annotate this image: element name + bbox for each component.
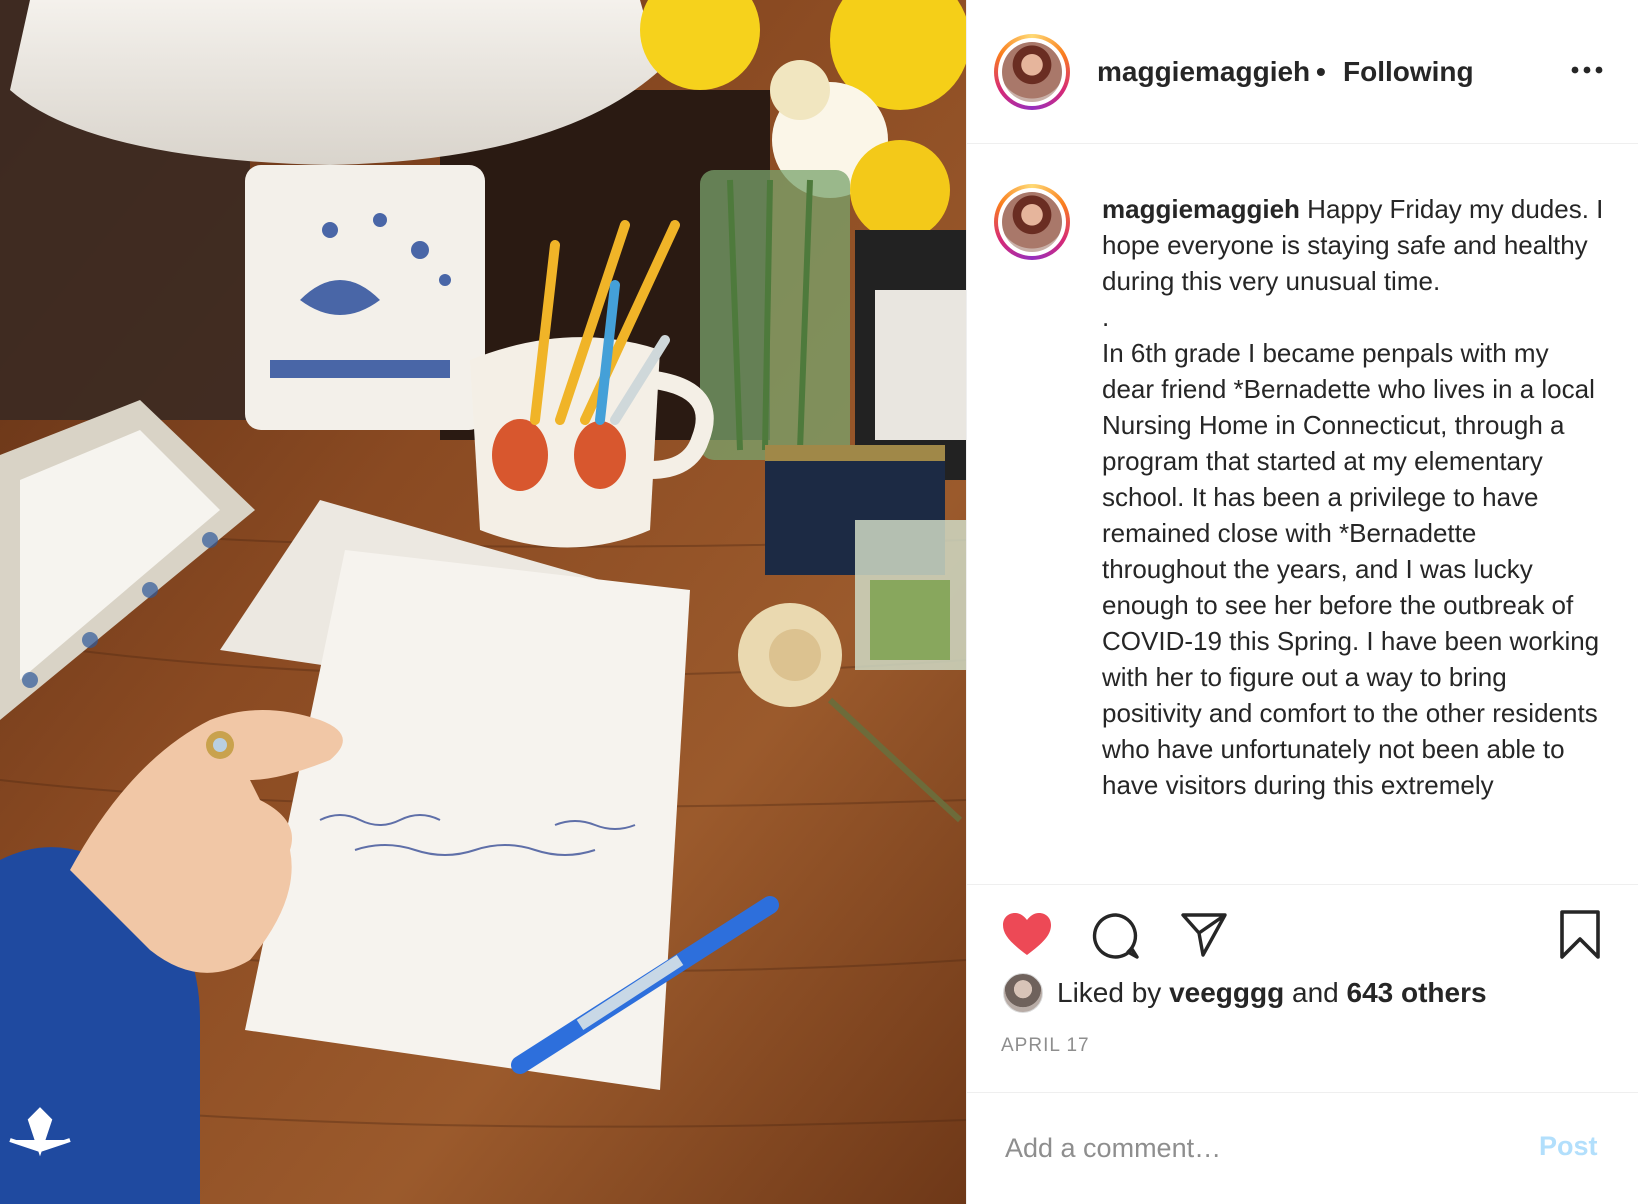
caption-dot: . (1102, 302, 1110, 332)
likes-prefix: Liked by (1057, 977, 1170, 1008)
liker-avatar[interactable] (1003, 973, 1043, 1013)
caption-username[interactable]: maggiemaggieh (1102, 194, 1300, 224)
likes-summary[interactable]: Liked by veegggg and 643 others (1057, 977, 1487, 1009)
post-comment-button[interactable]: Post (1539, 1131, 1598, 1162)
post-date[interactable]: APRIL 17 (1001, 1035, 1090, 1057)
comment-icon[interactable] (1091, 911, 1141, 961)
post-side-panel: maggiemaggieh • Following maggiemaggieh … (966, 0, 1638, 1204)
author-avatar[interactable] (994, 34, 1070, 110)
liker-username[interactable]: veegggg (1169, 977, 1284, 1008)
bookmark-icon[interactable] (1557, 909, 1603, 961)
post-actions: Liked by veegggg and 643 others APRIL 17 (967, 884, 1638, 1092)
likes-others-count[interactable]: 643 others (1347, 977, 1487, 1008)
comment-bar: Post (967, 1092, 1638, 1204)
following-button[interactable]: Following (1343, 56, 1474, 88)
comment-input[interactable] (1003, 1125, 1527, 1171)
caption-author-avatar[interactable] (994, 184, 1070, 260)
post-photo[interactable] (0, 0, 966, 1204)
separator-dot: • (1316, 56, 1326, 87)
heart-filled-icon[interactable] (1001, 911, 1053, 957)
share-icon[interactable] (1179, 909, 1229, 959)
more-horizontal-icon[interactable] (1567, 60, 1607, 80)
likes-middle: and (1284, 977, 1347, 1008)
caption-paragraph: In 6th grade I became penpals with my de… (1102, 338, 1600, 800)
author-username[interactable]: maggiemaggieh (1097, 56, 1310, 88)
post-caption: maggiemaggieh Happy Friday my dudes. I h… (1102, 191, 1607, 871)
post-header: maggiemaggieh • Following (967, 0, 1638, 144)
